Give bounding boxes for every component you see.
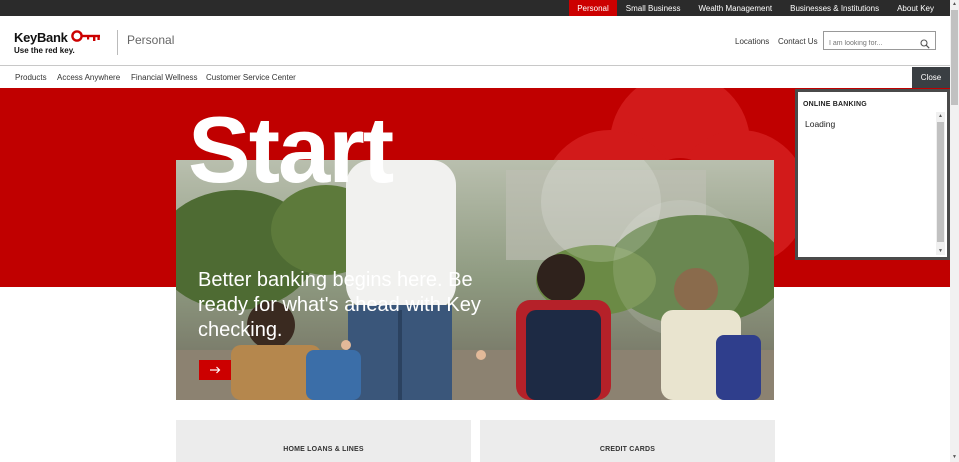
contact-us-link[interactable]: Contact Us: [778, 37, 818, 46]
page-scroll-thumb[interactable]: [951, 10, 958, 105]
segment-small-business[interactable]: Small Business: [617, 0, 690, 16]
brand-tagline: Use the red key.: [14, 46, 75, 55]
site-header: KeyBank Use the red key. Personal Locati…: [0, 16, 950, 66]
search-input[interactable]: [824, 35, 916, 52]
hero-text: Better banking begins here. Be ready for…: [198, 269, 481, 341]
locations-link[interactable]: Locations: [735, 37, 769, 46]
hero-cta-button[interactable]: [199, 360, 231, 380]
page-scrollbar[interactable]: ▲ ▼: [950, 0, 959, 462]
nav-access-anywhere[interactable]: Access Anywhere: [57, 73, 120, 82]
online-banking-panel: ONLINE BANKING Loading ▲ ▼: [795, 89, 950, 260]
hero-title: Start: [188, 97, 394, 202]
card-credit-cards[interactable]: CREDIT CARDS: [480, 420, 775, 462]
online-banking-heading: ONLINE BANKING: [803, 101, 867, 108]
page-scroll-up-icon[interactable]: ▲: [950, 0, 959, 9]
scroll-up-icon[interactable]: ▲: [936, 112, 945, 120]
page-scroll-down-icon[interactable]: ▼: [950, 453, 959, 462]
key-icon: [70, 30, 101, 45]
online-banking-inner: ONLINE BANKING Loading ▲ ▼: [798, 92, 947, 257]
panel-scrollbar[interactable]: ▲ ▼: [936, 112, 945, 255]
nav-financial-wellness[interactable]: Financial Wellness: [131, 73, 198, 82]
header-divider: [117, 30, 118, 55]
card-label: CREDIT CARDS: [599, 446, 656, 453]
keybank-logo[interactable]: KeyBank Use the red key.: [14, 30, 101, 55]
scroll-down-icon[interactable]: ▼: [936, 247, 945, 255]
nav-products[interactable]: Products: [15, 73, 47, 82]
search-icon[interactable]: [920, 36, 930, 54]
nav-customer-service-center[interactable]: Customer Service Center: [206, 73, 296, 82]
segment-personal[interactable]: Personal: [569, 0, 617, 16]
primary-nav: Products Access Anywhere Financial Welln…: [0, 67, 950, 88]
panel-scroll-thumb[interactable]: [937, 122, 944, 242]
segment-bar: Personal Small Business Wealth Managemen…: [0, 0, 950, 16]
segment-about-key[interactable]: About Key: [888, 0, 950, 16]
arrow-right-icon: [209, 361, 221, 379]
loading-text: Loading: [805, 119, 836, 129]
page: Personal Small Business Wealth Managemen…: [0, 0, 959, 462]
segment-wealth-management[interactable]: Wealth Management: [689, 0, 781, 16]
segment-label: Personal: [127, 33, 175, 47]
card-label: HOME LOANS & LINES: [283, 446, 364, 453]
online-banking-frame: Loading ▲ ▼: [803, 112, 945, 255]
close-button[interactable]: Close: [912, 67, 950, 88]
brand-name: KeyBank: [14, 30, 68, 45]
card-home-loans[interactable]: HOME LOANS & LINES: [176, 420, 471, 462]
segment-businesses-institutions[interactable]: Businesses & Institutions: [781, 0, 888, 16]
search-box: [823, 31, 936, 52]
